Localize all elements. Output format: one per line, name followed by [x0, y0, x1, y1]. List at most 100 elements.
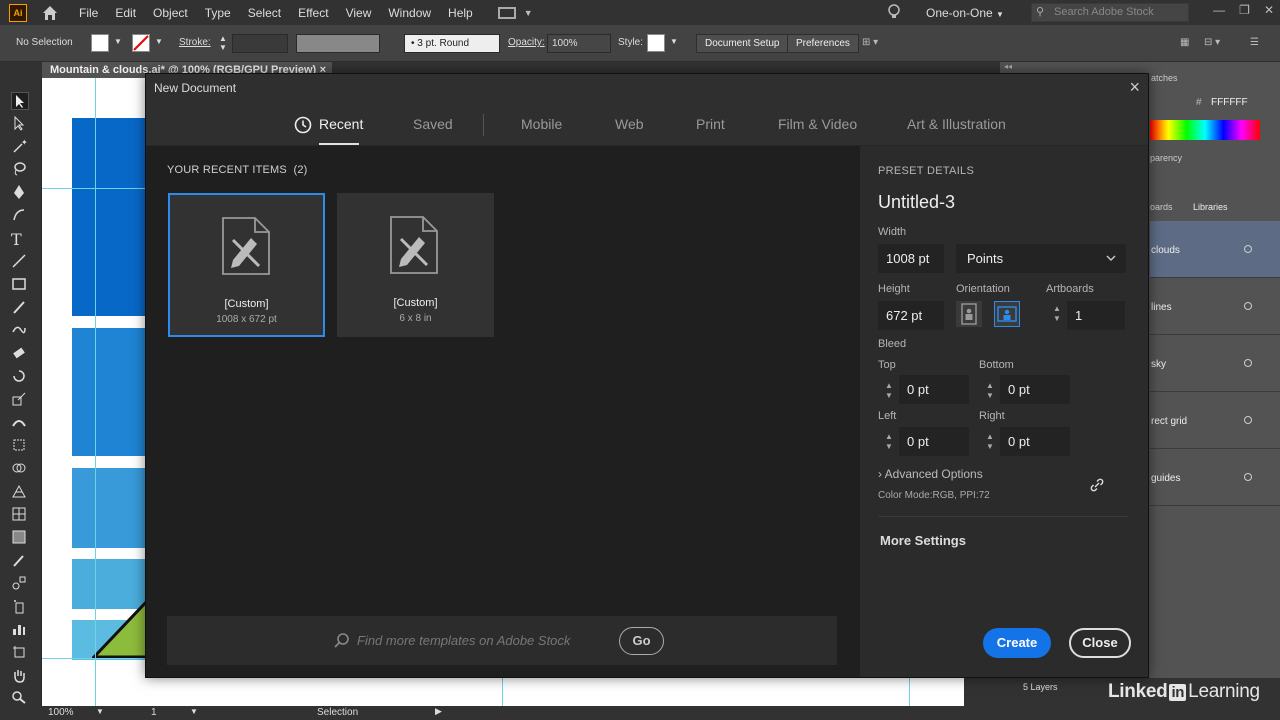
line-tool-icon[interactable]: [11, 253, 29, 271]
current-tool-status[interactable]: Selection: [317, 707, 358, 718]
bleed-top-stepper[interactable]: ▲ ▼: [884, 381, 894, 403]
stock-search-input[interactable]: Find more templates on Adobe Stock: [357, 633, 570, 648]
mesh-tool-icon[interactable]: [11, 506, 29, 524]
hand-tool-icon[interactable]: [11, 667, 29, 685]
lightbulb-icon[interactable]: [887, 4, 901, 20]
close-window-icon[interactable]: ✕: [1264, 3, 1274, 17]
layer-visibility-icon[interactable]: [1244, 416, 1252, 424]
menu-type[interactable]: Type: [205, 6, 231, 20]
layer-visibility-icon[interactable]: [1244, 245, 1252, 253]
play-icon[interactable]: ▶: [435, 706, 442, 717]
rectangle-tool-icon[interactable]: [11, 276, 29, 294]
scale-tool-icon[interactable]: [11, 391, 29, 409]
chevron-down-icon[interactable]: ▼: [114, 37, 122, 46]
transparency-panel-tab[interactable]: parency: [1150, 153, 1182, 163]
arrange-icon[interactable]: ⊟ ▾: [1204, 37, 1220, 48]
stroke-weight-field[interactable]: [232, 34, 288, 53]
free-transform-tool-icon[interactable]: [11, 437, 29, 455]
layer-visibility-icon[interactable]: [1244, 473, 1252, 481]
menu-object[interactable]: Object: [153, 6, 188, 20]
arrange-documents-icon[interactable]: [497, 6, 516, 19]
layer-row-guides[interactable]: guides: [1150, 449, 1280, 506]
column-graph-tool-icon[interactable]: [11, 621, 29, 639]
lasso-tool-icon[interactable]: [11, 161, 29, 179]
more-settings-button[interactable]: More Settings: [880, 533, 966, 548]
width-field[interactable]: 1008 pt: [878, 244, 944, 273]
eraser-tool-icon[interactable]: [11, 345, 29, 363]
direct-selection-tool-icon[interactable]: [11, 115, 29, 133]
close-icon[interactable]: ×: [1129, 78, 1140, 96]
go-button[interactable]: Go: [619, 627, 664, 655]
perspective-grid-tool-icon[interactable]: [11, 483, 29, 501]
tab-art-illustration[interactable]: Art & Illustration: [907, 116, 1006, 132]
document-setup-button[interactable]: Document Setup: [696, 34, 789, 53]
transform-icon[interactable]: ▦: [1180, 37, 1189, 48]
symbol-sprayer-tool-icon[interactable]: [11, 598, 29, 616]
height-field[interactable]: 672 pt: [878, 301, 944, 330]
menu-file[interactable]: File: [79, 6, 98, 20]
preferences-button[interactable]: Preferences: [787, 34, 859, 53]
variable-width-profile[interactable]: [296, 34, 380, 53]
gradient-tool-icon[interactable]: [11, 529, 29, 547]
tab-recent[interactable]: Recent: [319, 116, 363, 132]
brush-definition[interactable]: • 3 pt. Round: [404, 34, 500, 53]
align-icon[interactable]: ⊞ ▾: [862, 37, 878, 48]
menu-window[interactable]: Window: [388, 6, 431, 20]
layer-visibility-icon[interactable]: [1244, 359, 1252, 367]
document-name-field[interactable]: Untitled-3: [878, 192, 955, 213]
menu-edit[interactable]: Edit: [115, 6, 136, 20]
tab-saved[interactable]: Saved: [413, 116, 453, 132]
shape-builder-tool-icon[interactable]: [11, 460, 29, 478]
opacity-field[interactable]: 100%: [547, 34, 611, 53]
bleed-left-stepper[interactable]: ▲ ▼: [884, 432, 894, 454]
artboards-stepper[interactable]: ▲ ▼: [1052, 304, 1062, 326]
artboard-tool-icon[interactable]: [11, 644, 29, 662]
layer-visibility-icon[interactable]: [1244, 302, 1252, 310]
close-button[interactable]: Close: [1069, 628, 1131, 658]
artboards-panel-tab[interactable]: oards: [1150, 202, 1173, 212]
layer-row-rect-grid[interactable]: rect grid: [1150, 392, 1280, 449]
fill-swatch[interactable]: [91, 34, 109, 52]
restore-icon[interactable]: ❐: [1239, 3, 1250, 17]
link-icon[interactable]: [1089, 477, 1105, 493]
bleed-right-stepper[interactable]: ▲ ▼: [985, 432, 995, 454]
pen-tool-icon[interactable]: [11, 184, 29, 202]
stock-search-input[interactable]: ⚲ Search Adobe Stock: [1031, 3, 1189, 22]
type-tool-icon[interactable]: T: [11, 230, 29, 249]
bleed-right-field[interactable]: 0 pt: [1000, 427, 1070, 456]
zoom-level[interactable]: 100%: [48, 707, 74, 718]
artboard-number[interactable]: 1: [151, 707, 157, 718]
landscape-orientation-button[interactable]: [994, 301, 1020, 327]
libraries-panel-tab[interactable]: Libraries: [1193, 202, 1228, 212]
menu-select[interactable]: Select: [248, 6, 281, 20]
eyedropper-tool-icon[interactable]: [11, 552, 29, 570]
tab-web[interactable]: Web: [615, 116, 644, 132]
bleed-bottom-stepper[interactable]: ▲ ▼: [985, 381, 995, 403]
menu-help[interactable]: Help: [448, 6, 473, 20]
menu-effect[interactable]: Effect: [298, 6, 328, 20]
magic-wand-tool-icon[interactable]: ✦: [11, 138, 29, 156]
layer-row-lines[interactable]: lines: [1150, 278, 1280, 335]
style-swatch[interactable]: [647, 34, 665, 52]
curvature-tool-icon[interactable]: [11, 207, 29, 225]
portrait-orientation-button[interactable]: [956, 301, 982, 327]
workspace-switcher[interactable]: One-on-One ▼: [926, 6, 1004, 20]
home-icon[interactable]: [41, 4, 59, 22]
tab-film-video[interactable]: Film & Video: [778, 116, 857, 132]
color-spectrum[interactable]: [1150, 120, 1260, 140]
tab-print[interactable]: Print: [696, 116, 725, 132]
tab-mobile[interactable]: Mobile: [521, 116, 562, 132]
units-dropdown[interactable]: Points: [956, 244, 1126, 273]
artboards-field[interactable]: 1: [1067, 301, 1125, 330]
bleed-left-field[interactable]: 0 pt: [899, 427, 969, 456]
rotate-tool-icon[interactable]: [11, 368, 29, 386]
blend-tool-icon[interactable]: [11, 575, 29, 593]
chevron-down-icon[interactable]: ▼: [96, 707, 104, 716]
menu-view[interactable]: View: [346, 6, 372, 20]
recent-item-card[interactable]: [Custom] 1008 x 672 pt: [168, 193, 325, 337]
shaper-tool-icon[interactable]: [11, 322, 29, 340]
advanced-options-toggle[interactable]: › Advanced Options: [878, 467, 983, 481]
panel-menu-icon[interactable]: ☰: [1250, 37, 1259, 48]
create-button[interactable]: Create: [983, 628, 1051, 658]
opacity-label[interactable]: Opacity:: [508, 37, 545, 48]
